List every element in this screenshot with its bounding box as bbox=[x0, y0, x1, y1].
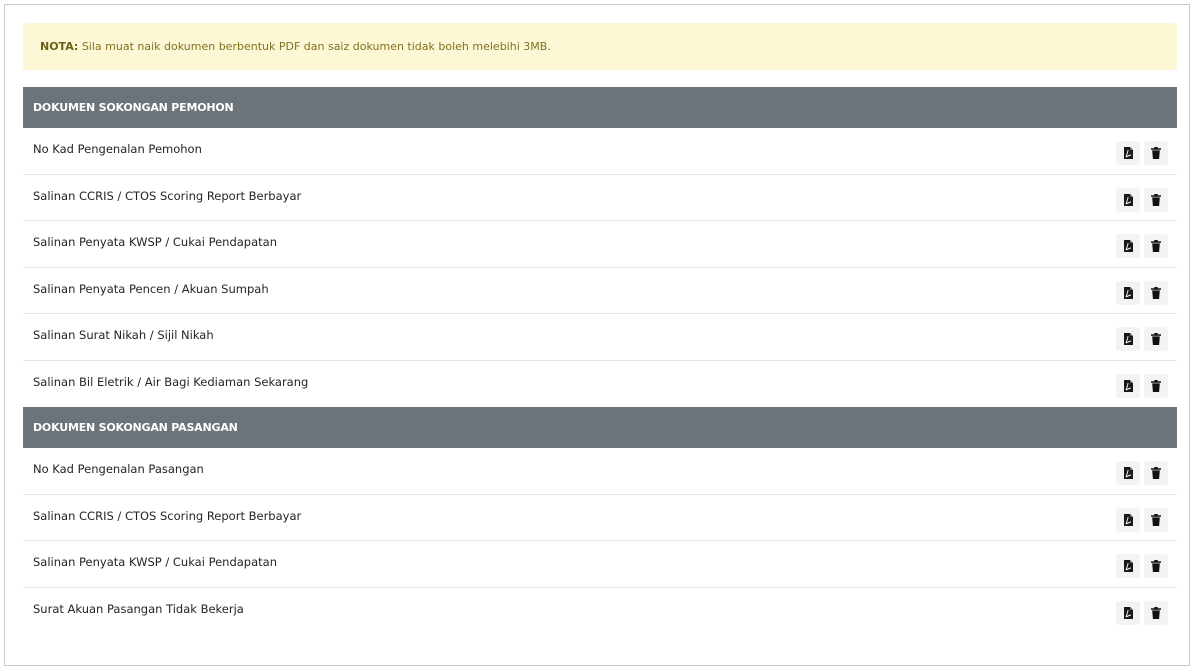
note-text: Sila muat naik dokumen berbentuk PDF dan… bbox=[78, 40, 551, 53]
section-header-pasangan: DOKUMEN SOKONGAN PASANGAN bbox=[23, 407, 1177, 448]
view-pdf-button[interactable] bbox=[1116, 554, 1140, 578]
delete-button[interactable] bbox=[1144, 234, 1168, 258]
document-row: No Kad Pengenalan Pasangan bbox=[23, 448, 1177, 495]
document-label: Salinan CCRIS / CTOS Scoring Report Berb… bbox=[33, 508, 302, 523]
view-pdf-button[interactable] bbox=[1116, 461, 1140, 485]
delete-button[interactable] bbox=[1144, 280, 1168, 305]
view-pdf-button[interactable] bbox=[1116, 234, 1140, 258]
trash-icon bbox=[1151, 333, 1161, 345]
view-pdf-button[interactable] bbox=[1116, 187, 1140, 212]
document-row: Salinan Penyata Pencen / Akuan Sumpah bbox=[23, 268, 1177, 314]
trash-icon bbox=[1151, 147, 1161, 159]
note-label: NOTA: bbox=[40, 40, 79, 53]
file-pdf-icon bbox=[1123, 333, 1133, 345]
row-actions bbox=[1116, 507, 1168, 532]
trash-icon bbox=[1151, 240, 1161, 252]
view-pdf-button[interactable] bbox=[1116, 280, 1140, 305]
document-label: No Kad Pengenalan Pasangan bbox=[33, 462, 204, 476]
file-pdf-icon bbox=[1123, 147, 1133, 159]
document-row: Salinan Penyata KWSP / Cukai Pendapatan bbox=[23, 221, 1177, 268]
documents-panel: NOTA: Sila muat naik dokumen berbentuk P… bbox=[4, 4, 1190, 666]
delete-button[interactable] bbox=[1144, 187, 1168, 212]
section-header-pemohon: DOKUMEN SOKONGAN PEMOHON bbox=[23, 87, 1177, 128]
row-actions bbox=[1116, 141, 1168, 165]
file-pdf-icon bbox=[1123, 513, 1133, 526]
trash-icon bbox=[1151, 193, 1161, 206]
document-row: Surat Akuan Pasangan Tidak Bekerja bbox=[23, 588, 1177, 635]
view-pdf-button[interactable] bbox=[1116, 141, 1140, 165]
file-pdf-icon bbox=[1123, 560, 1133, 572]
view-pdf-button[interactable] bbox=[1116, 600, 1140, 625]
file-pdf-icon bbox=[1123, 193, 1133, 206]
trash-icon bbox=[1151, 467, 1161, 479]
document-row: Salinan CCRIS / CTOS Scoring Report Berb… bbox=[23, 175, 1177, 221]
view-pdf-button[interactable] bbox=[1116, 507, 1140, 532]
trash-icon bbox=[1151, 379, 1161, 392]
file-pdf-icon bbox=[1123, 467, 1133, 479]
row-actions bbox=[1116, 234, 1168, 258]
file-pdf-icon bbox=[1123, 606, 1133, 619]
file-pdf-icon bbox=[1123, 240, 1133, 252]
view-pdf-button[interactable] bbox=[1116, 327, 1140, 351]
documents-table: DOKUMEN SOKONGAN PEMOHON No Kad Pengenal… bbox=[23, 87, 1177, 634]
delete-button[interactable] bbox=[1144, 507, 1168, 532]
delete-button[interactable] bbox=[1144, 373, 1168, 398]
document-row: No Kad Pengenalan Pemohon bbox=[23, 128, 1177, 175]
delete-button[interactable] bbox=[1144, 141, 1168, 165]
row-actions bbox=[1116, 554, 1168, 578]
row-actions bbox=[1116, 373, 1168, 398]
trash-icon bbox=[1151, 560, 1161, 572]
delete-button[interactable] bbox=[1144, 461, 1168, 485]
trash-icon bbox=[1151, 513, 1161, 526]
document-row: Salinan Penyata KWSP / Cukai Pendapatan bbox=[23, 541, 1177, 588]
delete-button[interactable] bbox=[1144, 600, 1168, 625]
document-row: Salinan CCRIS / CTOS Scoring Report Berb… bbox=[23, 495, 1177, 541]
trash-icon bbox=[1151, 606, 1161, 619]
row-actions bbox=[1116, 327, 1168, 351]
document-label: Salinan Penyata KWSP / Cukai Pendapatan bbox=[33, 555, 277, 569]
file-pdf-icon bbox=[1123, 286, 1133, 299]
delete-button[interactable] bbox=[1144, 554, 1168, 578]
document-label: No Kad Pengenalan Pemohon bbox=[33, 142, 202, 156]
row-actions bbox=[1116, 187, 1168, 212]
row-actions bbox=[1116, 600, 1168, 625]
document-label: Surat Akuan Pasangan Tidak Bekerja bbox=[33, 601, 244, 616]
document-label: Salinan Surat Nikah / Sijil Nikah bbox=[33, 328, 214, 342]
document-label: Salinan CCRIS / CTOS Scoring Report Berb… bbox=[33, 188, 302, 203]
note-alert: NOTA: Sila muat naik dokumen berbentuk P… bbox=[23, 23, 1177, 70]
view-pdf-button[interactable] bbox=[1116, 373, 1140, 398]
document-row: Salinan Bil Eletrik / Air Bagi Kediaman … bbox=[23, 361, 1177, 408]
file-pdf-icon bbox=[1123, 379, 1133, 392]
row-actions bbox=[1116, 461, 1168, 485]
document-row: Salinan Surat Nikah / Sijil Nikah bbox=[23, 314, 1177, 361]
document-label: Salinan Penyata Pencen / Akuan Sumpah bbox=[33, 281, 269, 296]
row-actions bbox=[1116, 280, 1168, 305]
document-label: Salinan Bil Eletrik / Air Bagi Kediaman … bbox=[33, 374, 309, 389]
document-label: Salinan Penyata KWSP / Cukai Pendapatan bbox=[33, 235, 277, 249]
trash-icon bbox=[1151, 286, 1161, 299]
delete-button[interactable] bbox=[1144, 327, 1168, 351]
